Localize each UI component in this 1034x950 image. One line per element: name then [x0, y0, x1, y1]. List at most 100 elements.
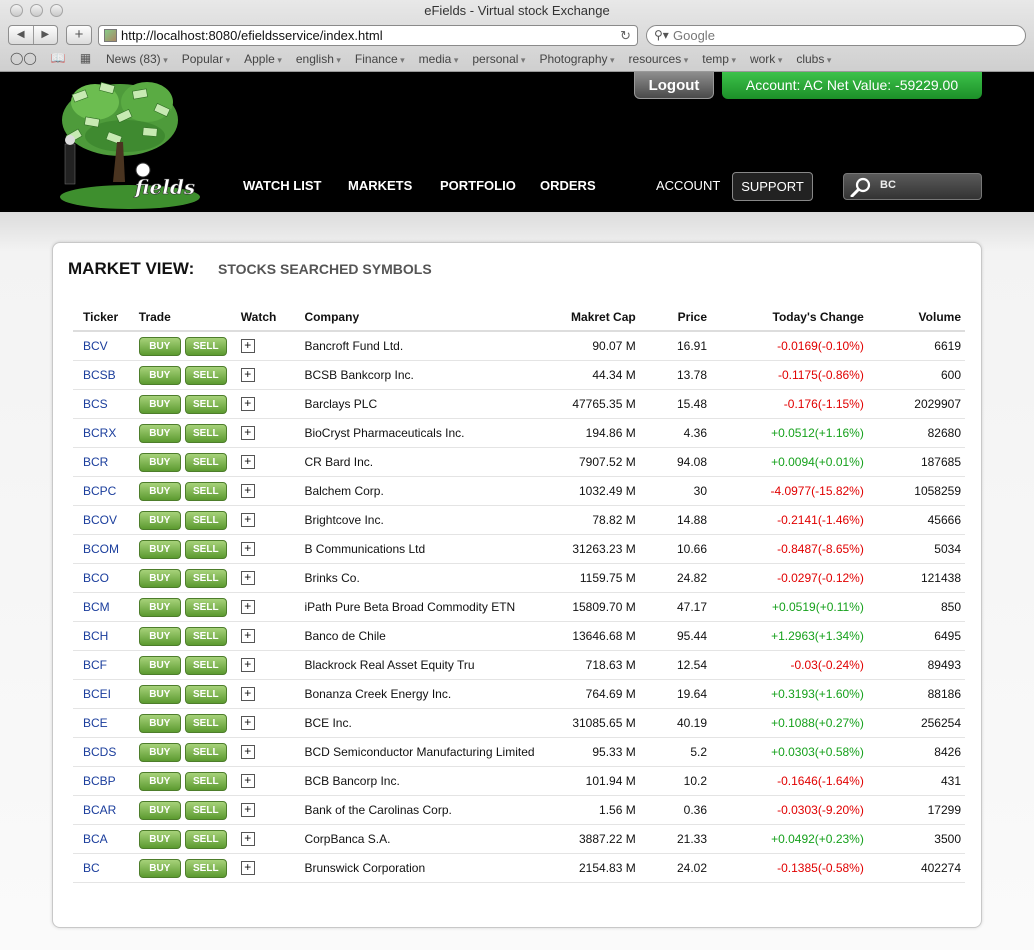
buy-button[interactable]: BUY	[138, 452, 181, 472]
buy-button[interactable]: BUY	[138, 626, 181, 646]
bookmark-folder[interactable]: clubs	[796, 52, 831, 66]
ticker-link[interactable]: BCRX	[73, 419, 129, 448]
add-to-watchlist-icon[interactable]: +	[240, 368, 255, 383]
buy-button[interactable]: BUY	[138, 568, 181, 588]
nav-orders[interactable]: ORDERS	[540, 178, 596, 193]
bookmark-folder[interactable]: Apple	[244, 52, 282, 66]
bookmark-folder[interactable]: media	[419, 52, 459, 66]
add-to-watchlist-icon[interactable]: +	[240, 803, 255, 818]
add-to-watchlist-icon[interactable]: +	[240, 716, 255, 731]
buy-button[interactable]: BUY	[138, 481, 181, 501]
sell-button[interactable]: SELL	[184, 829, 227, 849]
ticker-link[interactable]: BCBP	[73, 767, 129, 796]
col-header-ticker[interactable]: Ticker	[73, 304, 129, 332]
nav-account[interactable]: ACCOUNT	[656, 178, 720, 193]
ticker-link[interactable]: BCE	[73, 709, 129, 738]
logout-button[interactable]: Logout	[634, 72, 714, 99]
add-bookmark-button[interactable]: +	[66, 25, 92, 45]
sell-button[interactable]: SELL	[184, 481, 227, 501]
sell-button[interactable]: SELL	[184, 539, 227, 559]
ticker-link[interactable]: BCSB	[73, 361, 129, 390]
col-header-price[interactable]: Price	[639, 304, 711, 332]
ticker-link[interactable]: BCOM	[73, 535, 129, 564]
add-to-watchlist-icon[interactable]: +	[240, 571, 255, 586]
col-header-volume[interactable]: Volume	[867, 304, 965, 332]
bookmark-folder[interactable]: resources	[629, 52, 689, 66]
bookmark-folder[interactable]: Photography	[539, 52, 614, 66]
bookmark-folder[interactable]: Finance	[355, 52, 405, 66]
buy-button[interactable]: BUY	[138, 365, 181, 385]
bookmark-folder[interactable]: work	[750, 52, 782, 66]
sell-button[interactable]: SELL	[184, 394, 227, 414]
nav-support[interactable]: SUPPORT	[732, 172, 813, 201]
ticker-link[interactable]: BCS	[73, 390, 129, 419]
buy-button[interactable]: BUY	[138, 800, 181, 820]
nav-markets[interactable]: MARKETS	[348, 178, 412, 193]
sell-button[interactable]: SELL	[184, 858, 227, 878]
sell-button[interactable]: SELL	[184, 800, 227, 820]
sell-button[interactable]: SELL	[184, 452, 227, 472]
sell-button[interactable]: SELL	[184, 742, 227, 762]
buy-button[interactable]: BUY	[138, 771, 181, 791]
back-arrow-icon[interactable]: ◀	[9, 26, 33, 44]
buy-button[interactable]: BUY	[138, 394, 181, 414]
nav-portfolio[interactable]: PORTFOLIO	[440, 178, 516, 193]
add-to-watchlist-icon[interactable]: +	[240, 339, 255, 354]
add-to-watchlist-icon[interactable]: +	[240, 658, 255, 673]
add-to-watchlist-icon[interactable]: +	[240, 455, 255, 470]
add-to-watchlist-icon[interactable]: +	[240, 397, 255, 412]
top-sites-grid-icon[interactable]: ▦	[80, 51, 91, 65]
buy-button[interactable]: BUY	[138, 829, 181, 849]
add-to-watchlist-icon[interactable]: +	[240, 832, 255, 847]
browser-search-field[interactable]: ⚲▾ Google	[646, 25, 1026, 46]
ticker-link[interactable]: BCM	[73, 593, 129, 622]
sell-button[interactable]: SELL	[184, 684, 227, 704]
buy-button[interactable]: BUY	[138, 713, 181, 733]
zoom-window-button[interactable]	[50, 4, 63, 17]
buy-button[interactable]: BUY	[138, 684, 181, 704]
ticker-link[interactable]: BCPC	[73, 477, 129, 506]
nav-watch-list[interactable]: WATCH LIST	[243, 178, 321, 193]
sell-button[interactable]: SELL	[184, 655, 227, 675]
symbol-search-field[interactable]: BC	[843, 173, 982, 200]
buy-button[interactable]: BUY	[138, 655, 181, 675]
add-to-watchlist-icon[interactable]: +	[240, 542, 255, 557]
buy-button[interactable]: BUY	[138, 510, 181, 530]
ticker-link[interactable]: BCR	[73, 448, 129, 477]
add-to-watchlist-icon[interactable]: +	[240, 861, 255, 876]
buy-button[interactable]: BUY	[138, 858, 181, 878]
buy-button[interactable]: BUY	[138, 336, 181, 356]
col-header-market-cap[interactable]: Makret Cap	[542, 304, 640, 332]
forward-arrow-icon[interactable]: ▶	[32, 26, 58, 44]
buy-button[interactable]: BUY	[138, 423, 181, 443]
sell-button[interactable]: SELL	[184, 365, 227, 385]
add-to-watchlist-icon[interactable]: +	[240, 600, 255, 615]
ticker-link[interactable]: BCO	[73, 564, 129, 593]
add-to-watchlist-icon[interactable]: +	[240, 745, 255, 760]
sell-button[interactable]: SELL	[184, 597, 227, 617]
add-to-watchlist-icon[interactable]: +	[240, 484, 255, 499]
bookmark-folder[interactable]: english	[296, 52, 341, 66]
ticker-link[interactable]: BCEI	[73, 680, 129, 709]
buy-button[interactable]: BUY	[138, 539, 181, 559]
sell-button[interactable]: SELL	[184, 336, 227, 356]
reload-icon[interactable]: ↻	[620, 26, 631, 45]
reading-list-icon[interactable]: ◯◯	[10, 51, 37, 65]
ticker-link[interactable]: BCOV	[73, 506, 129, 535]
sell-button[interactable]: SELL	[184, 626, 227, 646]
add-to-watchlist-icon[interactable]: +	[240, 426, 255, 441]
col-header-company[interactable]: Company	[294, 304, 543, 332]
sell-button[interactable]: SELL	[184, 713, 227, 733]
add-to-watchlist-icon[interactable]: +	[240, 513, 255, 528]
efields-logo[interactable]: fields	[55, 72, 200, 212]
add-to-watchlist-icon[interactable]: +	[240, 629, 255, 644]
add-to-watchlist-icon[interactable]: +	[240, 774, 255, 789]
ticker-link[interactable]: BCV	[73, 332, 129, 361]
address-bar[interactable]: http://localhost:8080/efieldsservice/ind…	[98, 25, 638, 46]
ticker-link[interactable]: BCAR	[73, 796, 129, 825]
sell-button[interactable]: SELL	[184, 423, 227, 443]
minimize-window-button[interactable]	[30, 4, 43, 17]
col-header-change[interactable]: Today's Change	[711, 304, 868, 332]
sell-button[interactable]: SELL	[184, 771, 227, 791]
bookmark-folder[interactable]: Popular	[182, 52, 230, 66]
